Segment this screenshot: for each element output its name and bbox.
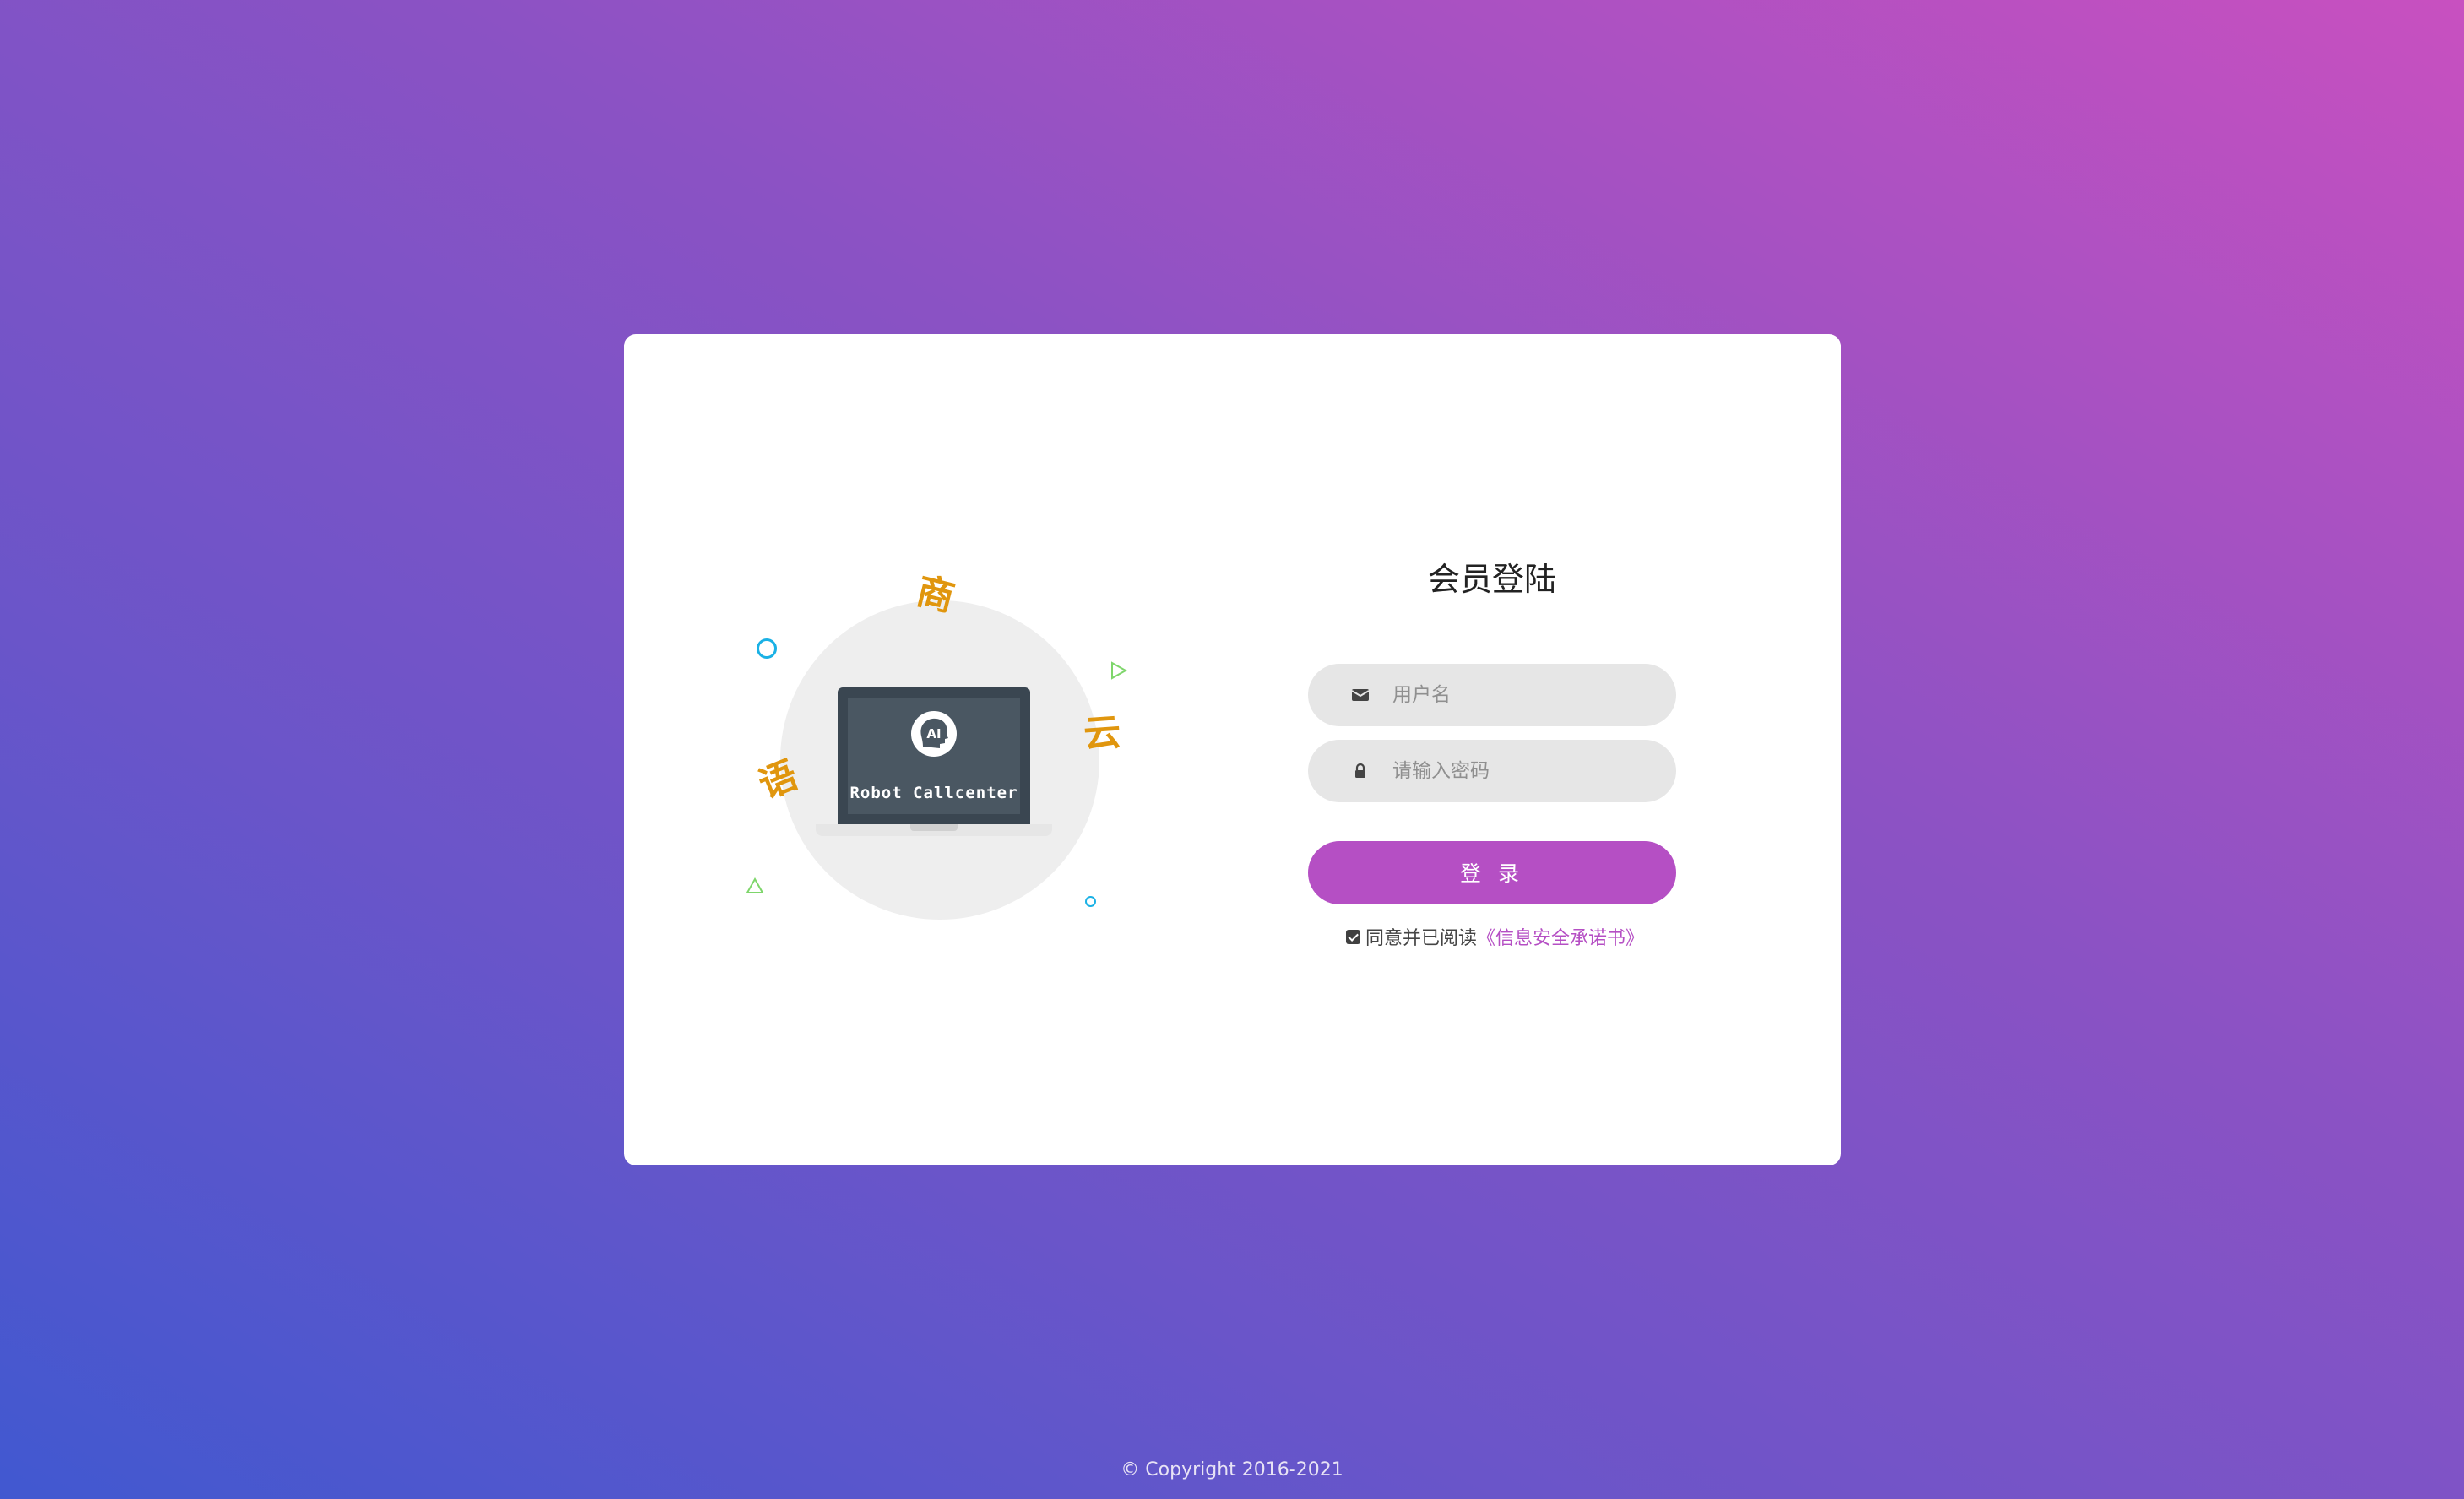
login-title: 会员登陆 — [1427, 561, 1556, 598]
envelope-icon — [1351, 689, 1370, 701]
login-button[interactable]: 登 录 — [1308, 841, 1676, 904]
decor-ring-small — [1085, 896, 1096, 907]
lock-icon — [1355, 763, 1365, 778]
agreement-checkbox[interactable] — [1346, 929, 1360, 944]
agreement-row: 同意并已阅读 《信息安全承诺书》 — [1346, 923, 1644, 950]
password-field[interactable] — [1308, 740, 1676, 802]
decor-up-triangle-icon — [746, 877, 764, 893]
laptop-screen: AI Robot Callcenter — [838, 687, 1030, 824]
agreement-text: 同意并已阅读 — [1365, 928, 1478, 949]
laptop-screen-text: Robot Callcenter — [849, 784, 1018, 802]
decor-ring-large — [757, 638, 777, 659]
decor-play-triangle-icon — [1111, 661, 1128, 680]
username-field[interactable] — [1308, 664, 1676, 726]
ai-head-icon: AI — [911, 711, 957, 757]
glyph-yun: 云 — [1082, 710, 1123, 757]
agreement-link[interactable]: 《信息安全承诺书》 — [1477, 923, 1644, 950]
laptop-screen-inner: AI Robot Callcenter — [848, 698, 1020, 814]
copyright-footer: © Copyright 2016-2021 — [1121, 1459, 1343, 1480]
password-input[interactable] — [1392, 740, 1646, 802]
username-input[interactable] — [1392, 664, 1646, 726]
ai-badge-text: AI — [926, 726, 941, 741]
laptop-notch — [910, 824, 958, 831]
